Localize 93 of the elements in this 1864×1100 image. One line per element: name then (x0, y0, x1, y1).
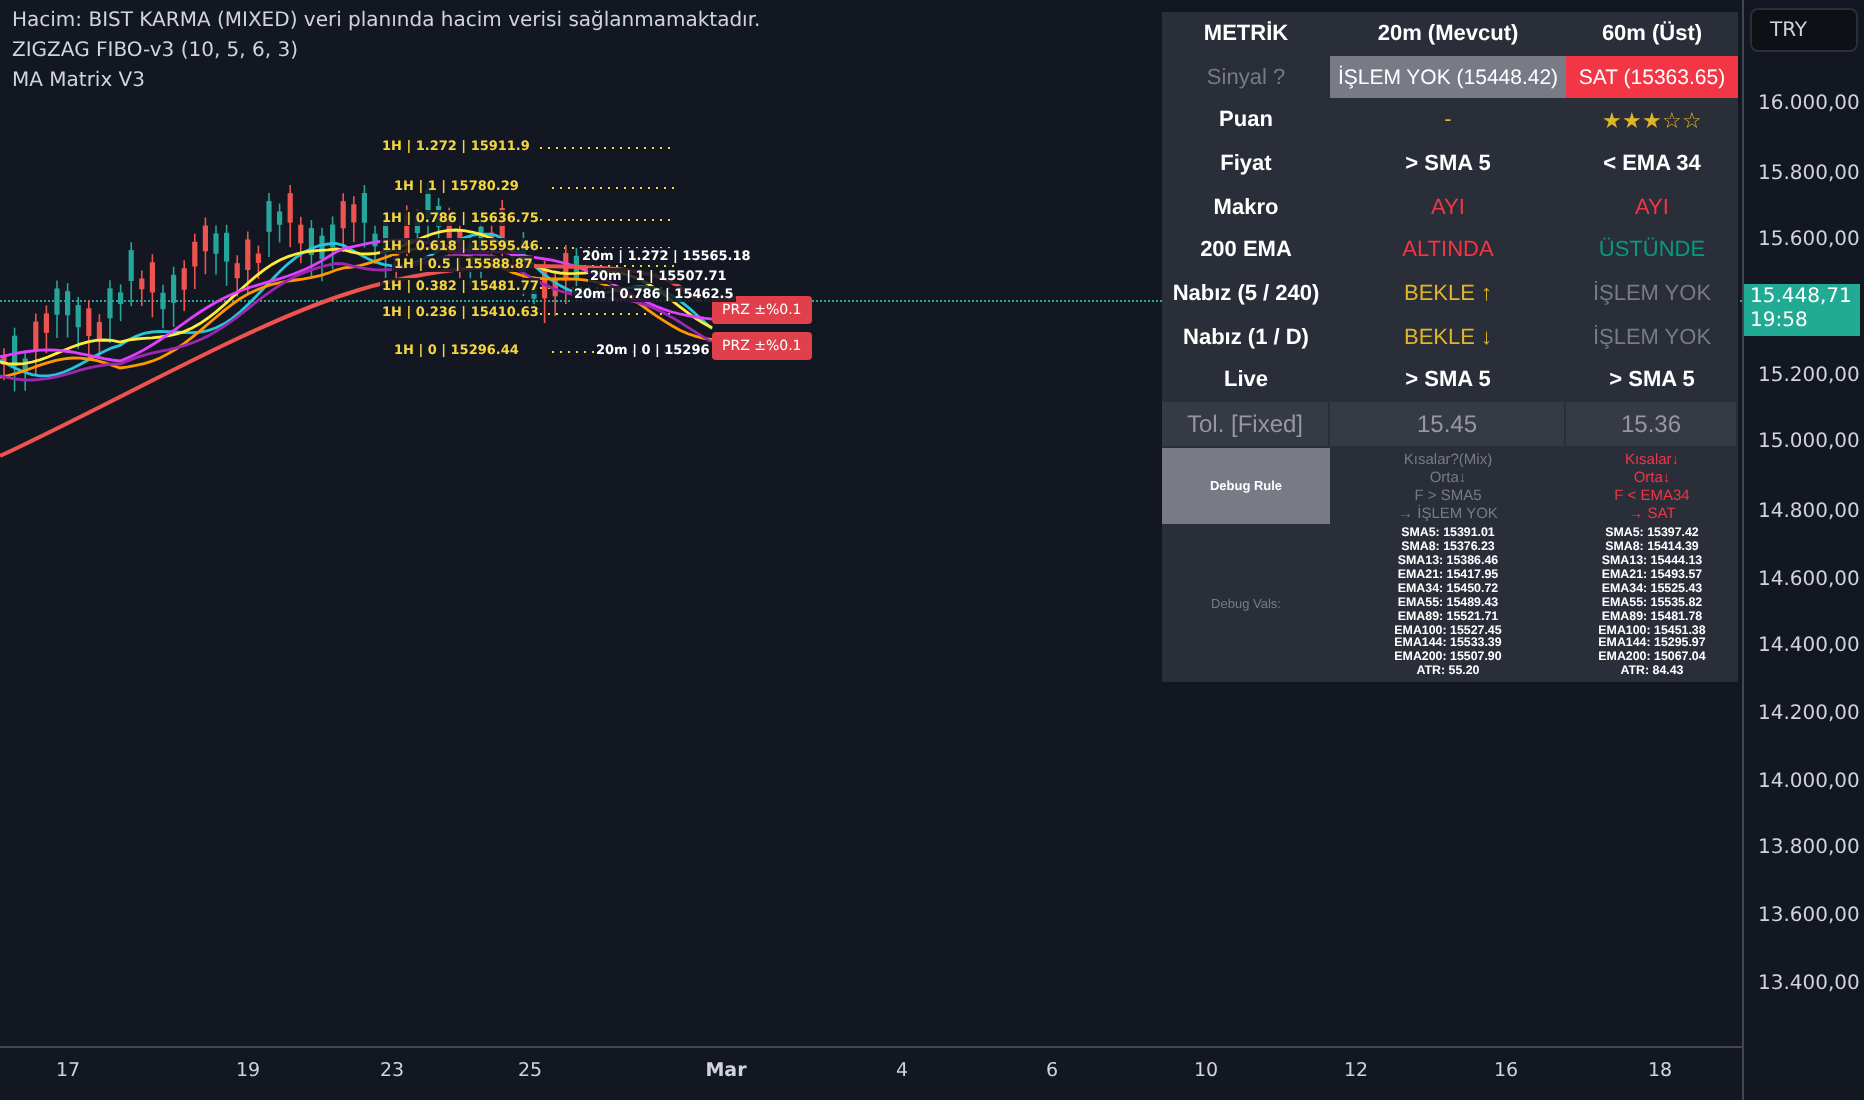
indicator-legend: MA Matrix V3 (12, 68, 761, 96)
price-axis-label: 13.400,00 (1758, 973, 1860, 995)
table-header: 60m (Üst) (1599, 19, 1705, 50)
price-axis-label: 16.000,00 (1758, 93, 1860, 115)
candlestick (287, 184, 293, 248)
row-label: Puan (1217, 106, 1275, 137)
time-axis-label: 23 (379, 1060, 405, 1082)
price-axis-label: 13.600,00 (1758, 905, 1860, 927)
table-cell-text: ALTINDA (1400, 236, 1496, 267)
candlestick (351, 195, 357, 243)
candlestick (224, 224, 230, 287)
candlestick (96, 313, 102, 360)
candlestick (181, 259, 187, 312)
table-header: 20m (Mevcut) (1375, 19, 1521, 50)
price-axis-label: 15.000,00 (1758, 431, 1860, 453)
fib-level-line (539, 247, 675, 249)
row-label: Sinyal ? (1204, 63, 1288, 94)
bar-countdown: 19:58 (1750, 310, 1810, 334)
time-axis-label: 4 (895, 1060, 909, 1082)
candlestick (234, 254, 240, 298)
candlestick (33, 312, 39, 376)
candlestick (12, 326, 18, 393)
candlestick (372, 224, 378, 265)
candlestick (340, 192, 346, 253)
candlestick (552, 269, 558, 317)
time-axis-label: 6 (1045, 1060, 1059, 1082)
row-label: Nabız (1 / D) (1181, 323, 1311, 354)
table-cell-text: > SMA 5 (1403, 366, 1493, 397)
table-cell: 15.45 (1330, 402, 1566, 447)
current-price: 15.448,71 (1750, 286, 1854, 310)
price-axis-label: 14.800,00 (1758, 501, 1860, 523)
time-axis-label: Mar (705, 1060, 747, 1082)
candlestick (245, 230, 251, 296)
row-label: 200 EMA (1198, 236, 1294, 267)
candlestick (139, 269, 145, 307)
time-axis-label: 19 (235, 1060, 261, 1082)
time-axis-label: 17 (55, 1060, 81, 1082)
candlestick (319, 226, 325, 282)
price-axis-label: 14.600,00 (1758, 569, 1860, 591)
table-cell-text: - (1442, 106, 1454, 137)
candlestick (330, 215, 336, 271)
row-label: Nabız (5 / 240) (1170, 279, 1322, 310)
time-axis-label: 10 (1193, 1060, 1219, 1082)
candlestick (43, 304, 49, 355)
candlestick (277, 202, 283, 244)
currency-button[interactable]: TRY (1750, 8, 1858, 52)
table-cell: 15.36 (1566, 402, 1738, 447)
table-cell-text: BEKLE ↑ (1401, 279, 1495, 310)
row-label: Fiyat (1218, 149, 1274, 180)
candlestick (86, 299, 92, 361)
indicator-legend: ZIGZAG FIBO-v3 (10, 5, 6, 3) (12, 38, 761, 66)
table-cell-text: < EMA 34 (1601, 149, 1703, 180)
candlestick (149, 253, 155, 319)
candlestick (542, 259, 548, 324)
signal-badge: İŞLEM YOK (15448.42) (1330, 55, 1566, 99)
price-axis-label: 14.000,00 (1758, 771, 1860, 793)
candlestick (266, 192, 272, 258)
signal-badge: SAT (15363.65) (1566, 55, 1738, 99)
candlestick (298, 215, 304, 265)
table-header: METRİK (1201, 19, 1291, 50)
candlestick (255, 244, 261, 280)
table-cell-text: İŞLEM YOK (1590, 279, 1714, 310)
indicator-legend: Hacim: BIST KARMA (MIXED) veri planında hacim verisi sağlanmamaktadır. (12, 8, 761, 36)
price-axis-label: 15.800,00 (1758, 163, 1860, 185)
candlestick (563, 244, 569, 305)
candlestick (22, 349, 28, 392)
table-cell-text: ★★★☆☆ (1600, 107, 1704, 138)
candlestick (202, 216, 208, 276)
table-cell-text: ÜSTÜNDE (1596, 235, 1708, 267)
candlestick (213, 224, 219, 276)
candlestick (1, 347, 7, 382)
candlestick (192, 232, 198, 290)
price-axis-label: 14.400,00 (1758, 635, 1860, 657)
row-label: Live (1221, 366, 1270, 397)
row-label: Tol. [Fixed] (1162, 402, 1330, 447)
price-axis-label: 14.200,00 (1758, 703, 1860, 725)
table-cell-text: > SMA 5 (1403, 149, 1493, 180)
time-axis-label: 16 (1493, 1060, 1519, 1082)
candlestick (308, 219, 314, 280)
row-label: Makro (1211, 193, 1281, 224)
price-axis-label: 13.800,00 (1758, 837, 1860, 859)
table-cell-text: AYI (1633, 193, 1671, 224)
table-cell-text: > SMA 5 (1607, 366, 1697, 397)
table-cell-text: AYI (1429, 193, 1467, 224)
price-axis-label: 15.200,00 (1758, 365, 1860, 387)
time-axis-label: 18 (1647, 1060, 1673, 1082)
time-axis-label: 12 (1343, 1060, 1369, 1082)
time-axis-label: 25 (517, 1060, 543, 1082)
fib-level-line (539, 313, 675, 315)
candlestick (361, 184, 367, 249)
price-axis-label: 15.600,00 (1758, 229, 1860, 251)
table-cell-text: BEKLE ↓ (1401, 323, 1495, 354)
table-cell-text: İŞLEM YOK (1590, 323, 1714, 354)
